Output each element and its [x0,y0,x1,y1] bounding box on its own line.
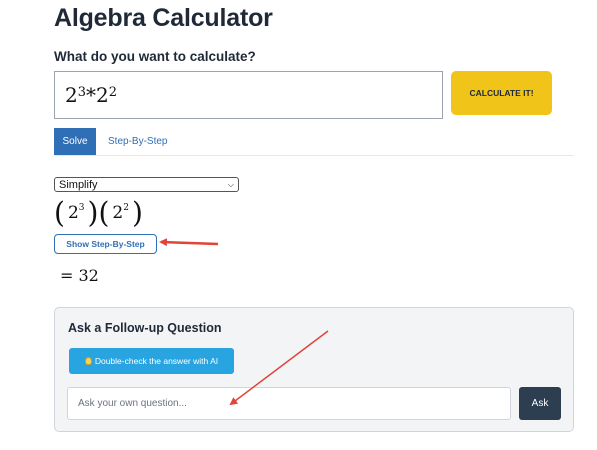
question-label: What do you want to calculate? [54,49,256,64]
show-step-by-step-button[interactable]: Show Step-By-Step [54,234,157,254]
close-paren: ) [131,195,143,230]
open-paren: ( [54,195,65,230]
tab-divider [54,155,574,156]
expr-exp-1: 3 [77,84,87,100]
ask-button[interactable]: Ask [519,387,561,420]
followup-title: Ask a Follow-up Question [68,321,222,335]
expr-exp-2: 2 [108,84,118,100]
expr-base-2: 2 [96,83,109,107]
open-paren: ( [98,195,110,230]
tab-solve[interactable]: Solve [54,128,96,155]
calculate-button[interactable]: CALCULATE IT! [451,71,552,115]
followup-question-input[interactable] [67,387,511,420]
rendered-term-1: 23 [67,203,85,223]
tab-step-by-step[interactable]: Step-By-Step [108,136,167,147]
close-paren: ) [87,195,99,230]
mode-select[interactable]: Simplify ⌵ [54,177,239,192]
mode-select-value: Simplify [59,178,98,191]
expr-operator: * [86,83,97,107]
result-value: = 32 [60,266,99,285]
expression-input[interactable]: 2 3 * 2 2 [54,71,443,119]
annotation-arrow-step-button [159,238,219,247]
expr-base-1: 2 [65,83,78,107]
page-title: Algebra Calculator [54,4,273,32]
chevron-down-icon: ⌵ [227,179,234,189]
rendered-expression: ( 23 ) ( 22 ) [54,196,143,230]
double-check-ai-button[interactable]: Double-check the answer with AI [69,348,234,374]
lightbulb-icon [84,357,92,365]
double-check-ai-label: Double-check the answer with AI [94,356,219,366]
rendered-term-2: 22 [112,203,129,223]
